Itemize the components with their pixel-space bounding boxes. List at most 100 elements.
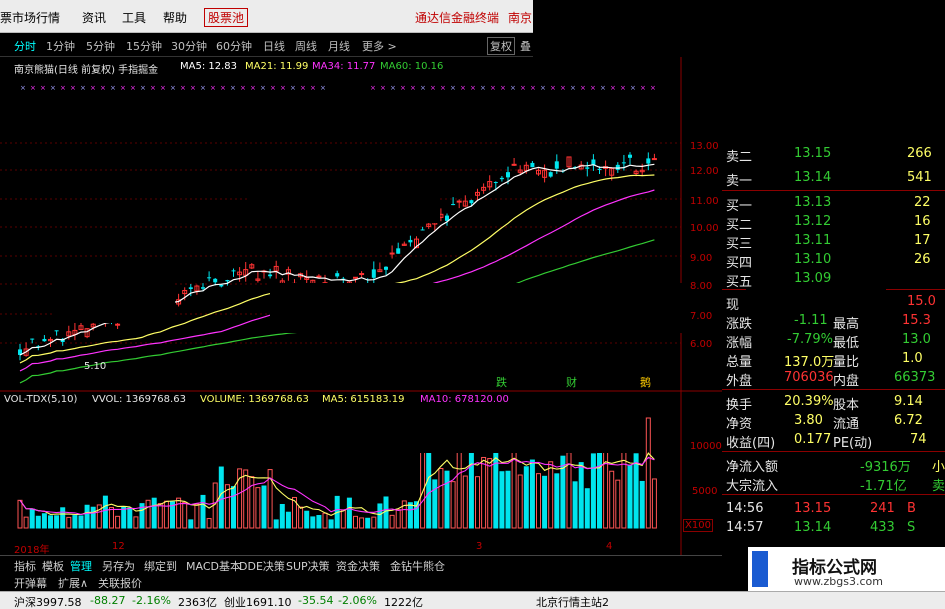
- candle-down: [597, 168, 602, 170]
- terminal-link[interactable]: 通达信金融终端: [415, 9, 499, 26]
- signal-x-mark: ×: [90, 84, 96, 92]
- volume-bar: [346, 497, 352, 529]
- candle-up: [389, 252, 395, 255]
- candle-up: [353, 276, 358, 279]
- price-tick: 9.00: [690, 253, 713, 264]
- volume-bar: [298, 506, 304, 529]
- volume-bar: [383, 496, 389, 529]
- signal-x-mark: ×: [300, 84, 306, 92]
- volume-bar: [609, 470, 615, 529]
- vvol-label: VVOL: 1369768.63: [92, 394, 186, 405]
- signal-x-mark: ×: [210, 84, 216, 92]
- volume-bar: [462, 475, 468, 529]
- volume-bar: [517, 474, 523, 529]
- tab-sup[interactable]: SUP决策: [286, 558, 330, 574]
- tab-save-as[interactable]: 另存为: [102, 558, 135, 574]
- tab-related-quote[interactable]: 关联报价: [98, 575, 142, 591]
- volume-bar: [109, 506, 114, 529]
- volume-bar: [151, 497, 157, 529]
- volume-bar: [66, 516, 72, 529]
- volume-bar: [639, 480, 645, 529]
- signal-x-mark: ×: [530, 84, 536, 92]
- tab-danmaku[interactable]: 开弹幕: [14, 575, 47, 591]
- candle-down: [420, 229, 425, 231]
- signal-x-mark: ×: [270, 84, 276, 92]
- vol-unit: X100: [683, 519, 713, 532]
- volume-bar: [523, 466, 529, 529]
- signal-x-mark: ×: [30, 84, 36, 92]
- volume-bar: [420, 444, 426, 529]
- cy-pct: -2.06%: [338, 594, 377, 607]
- candle-down: [335, 273, 340, 277]
- volume-bar: [249, 476, 255, 529]
- signal-x-mark: ×: [140, 84, 146, 92]
- volume-bar: [371, 516, 377, 529]
- volume-bar: [145, 499, 151, 529]
- signal-x-mark: ×: [400, 84, 406, 92]
- signal-x-mark: ×: [40, 84, 46, 92]
- chart-area[interactable]: 分时 1分钟 5分钟 15分钟 30分钟 60分钟 日线 周线 月线 更多 > …: [0, 33, 722, 573]
- menu-help[interactable]: 帮助: [163, 9, 187, 26]
- tab-expand[interactable]: 扩展∧: [58, 575, 88, 591]
- vol-tick: 10000: [690, 441, 722, 452]
- signal-x-mark: ×: [110, 84, 116, 92]
- candle-down: [554, 161, 559, 169]
- volume-bar: [621, 446, 627, 529]
- tab-fund[interactable]: 资金决策: [336, 558, 380, 574]
- volume-bar: [645, 417, 651, 529]
- menu-stock-pool[interactable]: 股票池: [204, 8, 249, 27]
- signal-x-mark: ×: [150, 84, 156, 92]
- signal-label: 财: [566, 376, 577, 389]
- signal-x-mark: ×: [190, 84, 196, 92]
- volume-bar: [218, 466, 224, 529]
- menu-tools[interactable]: 工具: [122, 9, 146, 26]
- redaction-block: [250, 183, 440, 223]
- tab-template[interactable]: 模板: [42, 558, 64, 574]
- signal-x-mark: ×: [70, 84, 76, 92]
- volume-bar: [48, 515, 53, 529]
- volume-bar: [121, 506, 127, 529]
- menu-news[interactable]: 资讯: [82, 9, 106, 26]
- volume-bar: [176, 497, 182, 529]
- quote-row: 外盘 706036 内盘 66373: [726, 370, 936, 389]
- tab-manage[interactable]: 管理: [70, 558, 92, 574]
- signal-x-mark: ×: [650, 84, 656, 92]
- signal-x-mark: ×: [250, 84, 256, 92]
- signal-x-mark: ×: [440, 84, 446, 92]
- volume-bar: [499, 471, 505, 529]
- redaction-block: [55, 278, 175, 323]
- watermark-url: www.zbgs3.com: [794, 575, 883, 588]
- tab-indicator[interactable]: 指标: [14, 558, 36, 574]
- volume-bar: [54, 515, 60, 529]
- volume-bar: [23, 516, 29, 529]
- volume-bar: [340, 509, 346, 529]
- tab-bind-to[interactable]: 绑定到: [144, 558, 177, 574]
- volume-bar: [279, 503, 285, 529]
- candle-up: [115, 323, 121, 326]
- signal-x-mark: ×: [490, 84, 496, 92]
- news-ticker[interactable]: 北京行情主站2: [536, 594, 609, 609]
- tab-bull-bear[interactable]: 金钻牛熊仓: [390, 558, 445, 574]
- quote-panel: 卖二 13.15 266 卖一 13.14 541 买一 13.13 22 买二 13.12 1…: [722, 140, 945, 591]
- candle-down: [207, 277, 212, 279]
- signal-x-mark: ×: [100, 84, 106, 92]
- sh-change: -88.27: [90, 594, 126, 607]
- cy-index: 创业1691.10: [224, 596, 292, 609]
- volume-bar: [231, 486, 236, 529]
- date-tick: 4: [606, 541, 613, 552]
- candle-down: [628, 154, 632, 158]
- tab-macd[interactable]: MACD基本: [186, 558, 241, 574]
- signal-x-mark: ×: [410, 84, 416, 92]
- volume-bar: [359, 517, 365, 529]
- menu-market[interactable]: 票市场行情: [0, 9, 60, 26]
- volume-bar: [505, 470, 511, 529]
- signal-x-mark: ×: [620, 84, 626, 92]
- date-tick: 3: [476, 541, 483, 552]
- tab-dde[interactable]: DDE决策: [239, 558, 285, 574]
- candle-down: [396, 248, 401, 254]
- signal-x-mark: ×: [290, 84, 296, 92]
- city-link[interactable]: 南京: [508, 9, 532, 26]
- signal-x-mark: ×: [370, 84, 376, 92]
- candle-down: [213, 278, 218, 283]
- signal-x-mark: ×: [630, 84, 636, 92]
